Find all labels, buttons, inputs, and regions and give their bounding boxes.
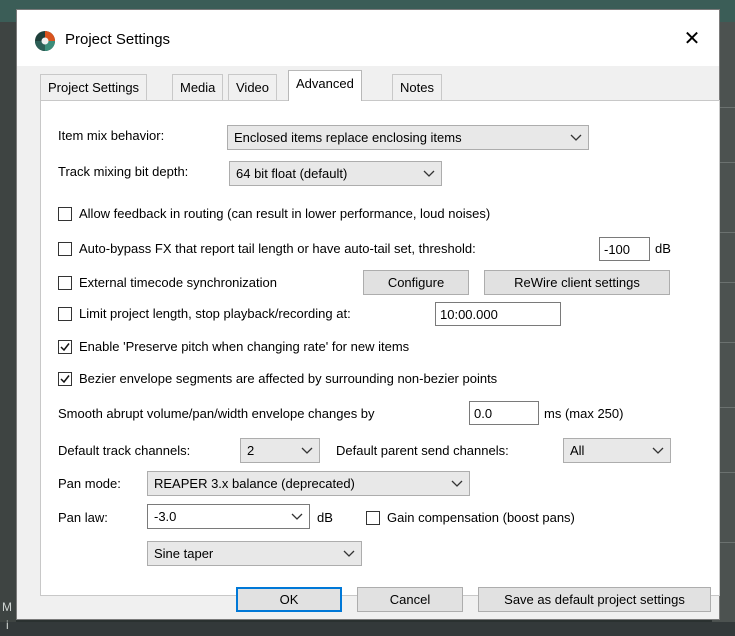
pan-law-combo[interactable]: -3.0 [147, 504, 310, 529]
cancel-button[interactable]: Cancel [357, 587, 463, 612]
autobypass-checkbox[interactable] [58, 242, 72, 256]
autobypass-threshold-input[interactable]: -100 [599, 237, 650, 261]
tab-advanced[interactable]: Advanced [288, 70, 362, 101]
feedback-label: Allow feedback in routing (can result in… [79, 206, 491, 221]
close-icon[interactable]: ✕ [673, 22, 711, 56]
bezier-label: Bezier envelope segments are affected by… [79, 371, 498, 386]
background-label: i [6, 618, 9, 632]
limit-length-input[interactable]: 10:00.000 [435, 302, 561, 326]
checkmark-icon [60, 375, 70, 384]
chevron-down-icon [423, 170, 435, 177]
advanced-panel: Item mix behavior: Enclosed items replac… [40, 100, 720, 596]
background-left-panel [0, 22, 16, 636]
feedback-checkbox[interactable] [58, 207, 72, 221]
smooth-unit: ms (max 250) [544, 406, 624, 421]
reaper-logo-icon [35, 31, 55, 51]
background-bottom-panel [0, 622, 735, 636]
autobypass-unit: dB [655, 241, 671, 256]
chevron-down-icon [652, 447, 664, 454]
chevron-down-icon [301, 447, 313, 454]
ok-button[interactable]: OK [236, 587, 342, 612]
bit-depth-select[interactable]: 64 bit float (default) [229, 161, 442, 186]
track-channels-label: Default track channels: [58, 443, 191, 458]
tab-project-settings[interactable]: Project Settings [40, 74, 148, 100]
smooth-input[interactable]: 0.0 [469, 401, 539, 425]
title-bar: Project Settings ✕ [17, 10, 719, 66]
pan-mode-label: Pan mode: [58, 476, 121, 491]
parent-send-label: Default parent send channels: [336, 443, 509, 458]
smooth-label: Smooth abrupt volume/pan/width envelope … [58, 406, 375, 421]
chevron-down-icon [570, 134, 582, 141]
gain-compensation-label: Gain compensation (boost pans) [387, 510, 575, 525]
tab-video[interactable]: Video [228, 74, 278, 100]
tab-notes[interactable]: Notes [392, 74, 442, 100]
bezier-checkbox[interactable] [58, 372, 72, 386]
item-mix-select[interactable]: Enclosed items replace enclosing items [227, 125, 589, 150]
rewire-settings-button[interactable]: ReWire client settings [484, 270, 670, 295]
window-title: Project Settings [65, 31, 171, 48]
autobypass-label: Auto-bypass FX that report tail length o… [79, 241, 476, 256]
pan-mode-select[interactable]: REAPER 3.x balance (deprecated) [147, 471, 470, 496]
gain-compensation-checkbox[interactable] [366, 511, 380, 525]
pan-taper-select[interactable]: Sine taper [147, 541, 362, 566]
limit-length-checkbox[interactable] [58, 307, 72, 321]
chevron-down-icon [343, 550, 355, 557]
tab-media[interactable]: Media [172, 74, 224, 100]
configure-button[interactable]: Configure [363, 270, 469, 295]
limit-length-label: Limit project length, stop playback/reco… [79, 306, 351, 321]
background-label: M [2, 600, 12, 614]
preserve-pitch-label: Enable 'Preserve pitch when changing rat… [79, 339, 410, 354]
parent-send-select[interactable]: All [563, 438, 671, 463]
checkmark-icon [60, 343, 70, 352]
project-settings-dialog: Project Settings ✕ Project Settings Medi… [16, 9, 720, 620]
preserve-pitch-checkbox[interactable] [58, 340, 72, 354]
pan-law-unit: dB [317, 510, 333, 525]
chevron-down-icon [451, 480, 463, 487]
track-channels-select[interactable]: 2 [240, 438, 320, 463]
timecode-label: External timecode synchronization [79, 275, 277, 290]
timecode-checkbox[interactable] [58, 276, 72, 290]
bit-depth-label: Track mixing bit depth: [58, 164, 189, 179]
save-default-button[interactable]: Save as default project settings [478, 587, 711, 612]
item-mix-label: Item mix behavior: [58, 128, 165, 143]
pan-law-label: Pan law: [58, 510, 108, 525]
chevron-down-icon [291, 513, 303, 520]
